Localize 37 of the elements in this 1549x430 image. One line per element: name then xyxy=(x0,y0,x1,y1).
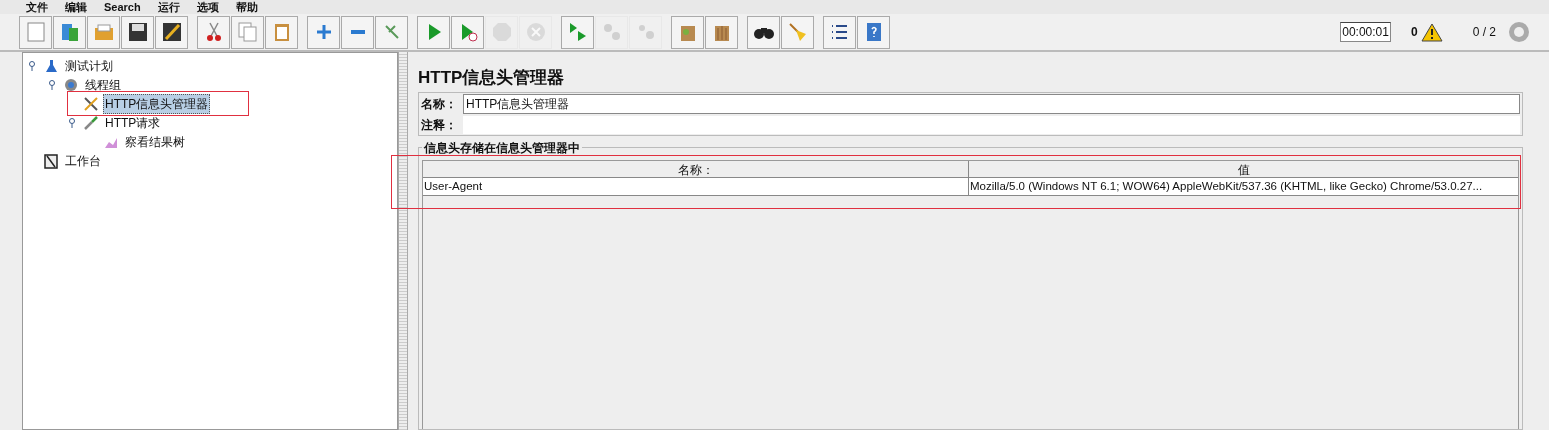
table-cell: User-Agent xyxy=(423,178,969,195)
menu-item[interactable]: 运行 xyxy=(157,1,180,14)
menu-item[interactable]: 帮助 xyxy=(235,1,258,14)
toolbar-button[interactable] xyxy=(155,15,188,49)
warning-icon[interactable] xyxy=(1420,22,1443,42)
toolbar-button[interactable] xyxy=(823,15,856,49)
copy-icon xyxy=(235,20,260,44)
menu-item[interactable]: 选项 xyxy=(196,1,219,14)
field-label: 名称： xyxy=(421,96,458,113)
tree-handle-icon[interactable] xyxy=(29,60,37,71)
menu-item[interactable]: 编辑 xyxy=(65,1,87,14)
splitter-handle[interactable] xyxy=(398,52,408,430)
menu-item[interactable]: Search xyxy=(104,1,141,14)
minus-icon xyxy=(350,30,365,34)
tree-item[interactable]: HTTP信息头管理器 xyxy=(103,93,211,114)
notepad-icon xyxy=(43,152,59,169)
table-cell-text: Mozilla/5.0 (Windows NT 6.1; WOW64) AppleWebKit/537.36 (KHTML, like Gecko) Chrome/53.0.27... xyxy=(969,179,1484,194)
warning-count: 0 xyxy=(1410,24,1418,41)
panel-title: HTTP信息头管理器 xyxy=(418,67,566,89)
tree-handle-icon[interactable] xyxy=(69,117,77,128)
toolbar-button[interactable] xyxy=(121,15,154,49)
wrench-screwdriver-icon xyxy=(83,95,99,112)
tree-item[interactable]: 测试计划 xyxy=(63,55,115,76)
flask-icon xyxy=(43,57,59,74)
comment-field[interactable] xyxy=(463,116,1520,134)
tree-handle-icon[interactable] xyxy=(49,79,57,90)
timer-field: 00:00:01 xyxy=(1340,22,1391,42)
toolbar-button[interactable] xyxy=(747,15,780,49)
tree-item[interactable]: 线程组 xyxy=(83,74,123,95)
field-label: 注释： xyxy=(421,117,458,134)
tree-item[interactable]: 察看结果树 xyxy=(123,131,187,152)
tree-item[interactable]: 工作台 xyxy=(63,150,103,171)
pipette-icon xyxy=(83,114,99,131)
menu-item[interactable]: 文件 xyxy=(26,1,48,14)
name-field[interactable]: HTTP信息头管理器 xyxy=(463,94,1520,114)
thread-count: 0 / 2 xyxy=(1472,24,1496,41)
tree-item[interactable]: HTTP请求 xyxy=(103,112,163,133)
